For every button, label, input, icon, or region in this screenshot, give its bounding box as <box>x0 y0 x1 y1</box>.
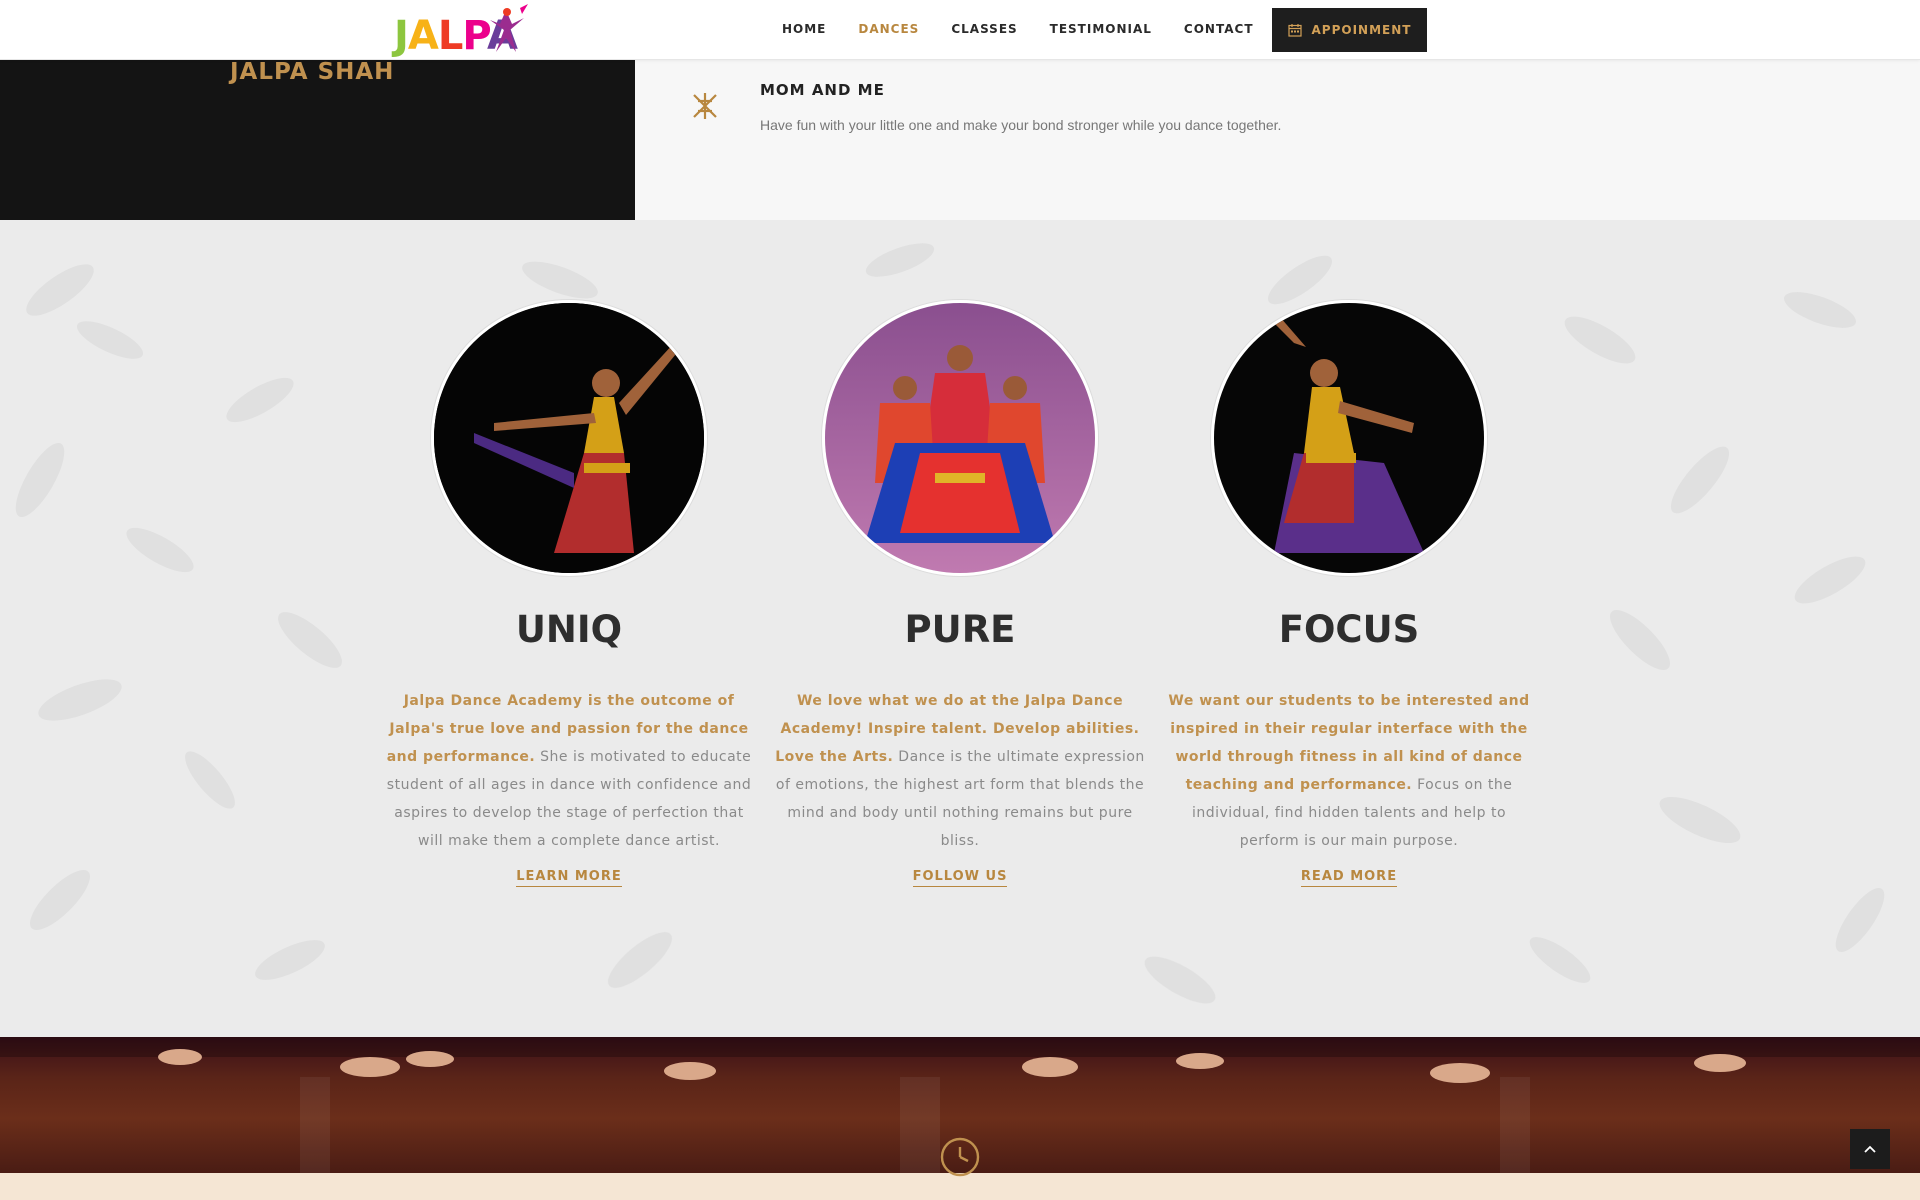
nav-dances[interactable]: DANCES <box>842 0 935 59</box>
feature-pure: PURE We love what we do at the Jalpa Dan… <box>770 300 1150 887</box>
feature-title: PURE <box>904 608 1016 651</box>
read-more-link[interactable]: READ MORE <box>1300 869 1398 887</box>
appointment-button[interactable]: APPOINMENT <box>1271 7 1428 52</box>
feature-title: UNIQ <box>515 608 623 651</box>
clock-icon <box>940 1137 980 1177</box>
logo-letter-l: L <box>437 13 463 59</box>
nav-testimonial[interactable]: TESTIMONIAL <box>1034 0 1168 59</box>
feature-title: FOCUS <box>1278 608 1420 651</box>
feature-focus: FOCUS We want our students to be interes… <box>1159 300 1539 887</box>
follow-us-link[interactable]: FOLLOW US <box>912 869 1008 887</box>
feature-uniq: UNIQ Jalpa Dance Academy is the outcome … <box>379 300 759 887</box>
dancer-logo-icon <box>490 4 528 52</box>
class-item-title: MOM AND ME <box>760 81 885 99</box>
nav-classes[interactable]: CLASSES <box>935 0 1033 59</box>
calendar-icon <box>1287 23 1302 37</box>
class-item-panel: MOM AND ME Have fun with your little one… <box>635 59 1920 220</box>
scroll-to-top-button[interactable] <box>1850 1129 1890 1169</box>
logo-letter-a: A <box>407 13 439 59</box>
nav-home[interactable]: HOME <box>766 0 842 59</box>
asterisk-pattern-icon <box>693 93 717 119</box>
main-nav: HOME DANCES CLASSES TESTIMONIAL CONTACT … <box>766 0 1428 59</box>
class-item-text: Have fun with your little one and make y… <box>760 117 1282 133</box>
dancer-photo-solo <box>431 300 707 576</box>
instructor-name: JALPA SHAH <box>230 59 395 85</box>
dancer-photo-pose <box>1211 300 1487 576</box>
dancer-photo-group <box>822 300 1098 576</box>
feature-text: We want our students to be interested an… <box>1164 687 1534 855</box>
nav-contact[interactable]: CONTACT <box>1168 0 1270 59</box>
instructor-panel: JALPA SHAH <box>0 59 635 220</box>
feature-text: We love what we do at the Jalpa Dance Ac… <box>775 687 1145 855</box>
feature-text: Jalpa Dance Academy is the outcome of Ja… <box>384 687 754 855</box>
logo-letter-j: J <box>394 13 409 59</box>
site-header: JALPA HOME DANCES CLASSES TESTIMONIAL CO… <box>0 0 1920 60</box>
chevron-up-icon <box>1864 1145 1876 1153</box>
learn-more-link[interactable]: LEARN MORE <box>516 869 622 887</box>
logo[interactable]: JALPA <box>394 4 536 59</box>
appointment-label: APPOINMENT <box>1311 22 1412 37</box>
features-section: UNIQ Jalpa Dance Academy is the outcome … <box>0 220 1920 1037</box>
